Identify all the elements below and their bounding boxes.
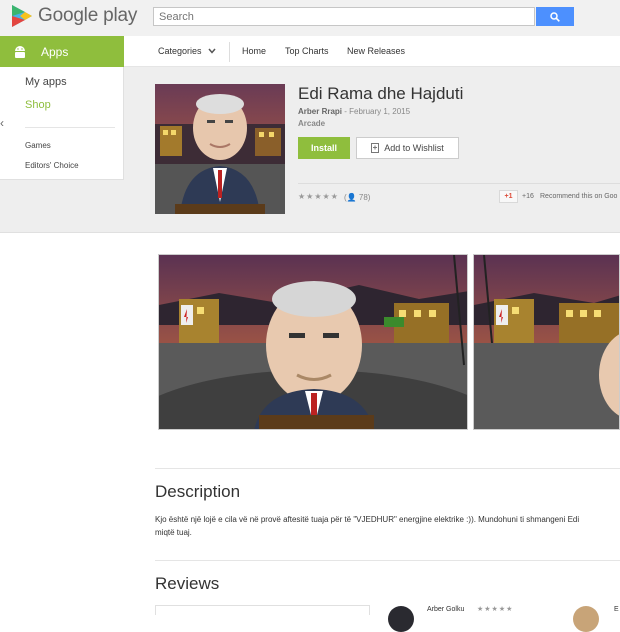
nav-new-releases[interactable]: New Releases bbox=[347, 46, 405, 56]
nav-divider bbox=[229, 42, 230, 62]
chevron-left-icon[interactable]: ‹ bbox=[0, 116, 4, 130]
app-title: Edi Rama dhe Hajduti bbox=[298, 84, 464, 103]
description-line-1: Kjo është një lojë e cila vë në provë af… bbox=[155, 515, 580, 524]
sidebar-item-editors-choice[interactable]: Editors' Choice bbox=[25, 161, 79, 170]
brand-name: Google play bbox=[38, 5, 138, 26]
nav-bar: Apps Categories Home Top Charts New Rele… bbox=[0, 36, 620, 67]
reviewer-name-2[interactable]: E bbox=[614, 606, 619, 613]
nav-top-charts[interactable]: Top Charts bbox=[285, 46, 329, 56]
search-button[interactable] bbox=[536, 7, 574, 26]
screenshot-2[interactable] bbox=[473, 254, 620, 430]
app-icon-image bbox=[155, 84, 285, 214]
screenshot-1[interactable] bbox=[158, 254, 468, 430]
rating-stars: ★★★★★ bbox=[298, 192, 339, 201]
sidebar-item-my-apps[interactable]: My apps bbox=[25, 76, 67, 88]
install-button[interactable]: Install bbox=[298, 137, 350, 159]
recommend-text: Recommend this on Goo bbox=[540, 193, 618, 200]
rating-count-value: 78 bbox=[358, 193, 368, 202]
sidebar-item-games[interactable]: Games bbox=[25, 141, 51, 150]
search-input[interactable] bbox=[153, 7, 535, 26]
person-icon: 👤 bbox=[346, 193, 357, 202]
search-icon bbox=[550, 11, 560, 22]
app-category-link[interactable]: Arcade bbox=[298, 119, 325, 128]
review-stars: ★★★★★ bbox=[477, 606, 514, 613]
bookmark-plus-icon bbox=[371, 143, 380, 153]
app-author-link[interactable]: Arber Rrapi bbox=[298, 107, 342, 116]
add-to-wishlist-button[interactable]: Add to Wishlist bbox=[356, 137, 459, 159]
google-plus-one-button[interactable]: +1 bbox=[499, 190, 518, 203]
nav-home[interactable]: Home bbox=[242, 46, 266, 56]
apps-tab[interactable]: Apps bbox=[0, 36, 124, 67]
plus-one-count: +16 bbox=[522, 193, 534, 200]
sidebar-divider bbox=[25, 127, 115, 128]
sidebar-item-shop[interactable]: Shop bbox=[25, 99, 51, 111]
android-icon bbox=[15, 45, 25, 58]
reviewer-name[interactable]: Arber Golku bbox=[427, 606, 464, 613]
description-body: Kjo është një lojë e cila vë në provë af… bbox=[155, 513, 620, 539]
top-bar: Google play bbox=[0, 0, 620, 36]
categories-label: Categories bbox=[158, 46, 202, 56]
rating-count: (👤 78) bbox=[344, 193, 371, 202]
description-line-2: miqtë tuaj. bbox=[155, 528, 192, 537]
side-menu: My apps Shop Games Editors' Choice bbox=[0, 67, 124, 180]
reviews-divider bbox=[155, 560, 620, 561]
play-triangle-icon bbox=[12, 5, 32, 27]
review-input-box[interactable] bbox=[155, 605, 370, 615]
app-date: February 1, 2015 bbox=[349, 107, 411, 116]
wishlist-label: Add to Wishlist bbox=[384, 143, 444, 153]
reviewer-avatar bbox=[388, 606, 414, 632]
google-play-logo[interactable]: Google play bbox=[12, 4, 137, 28]
chevron-down-icon bbox=[208, 48, 216, 54]
apps-label: Apps bbox=[41, 44, 69, 59]
app-meta: Arber Rrapi - February 1, 2015 bbox=[298, 107, 410, 116]
reviews-heading: Reviews bbox=[155, 574, 220, 593]
description-divider bbox=[155, 468, 620, 469]
description-heading: Description bbox=[155, 482, 241, 501]
header-divider bbox=[298, 183, 620, 184]
categories-dropdown[interactable]: Categories bbox=[158, 46, 216, 56]
reviewer-avatar-2 bbox=[573, 606, 599, 632]
